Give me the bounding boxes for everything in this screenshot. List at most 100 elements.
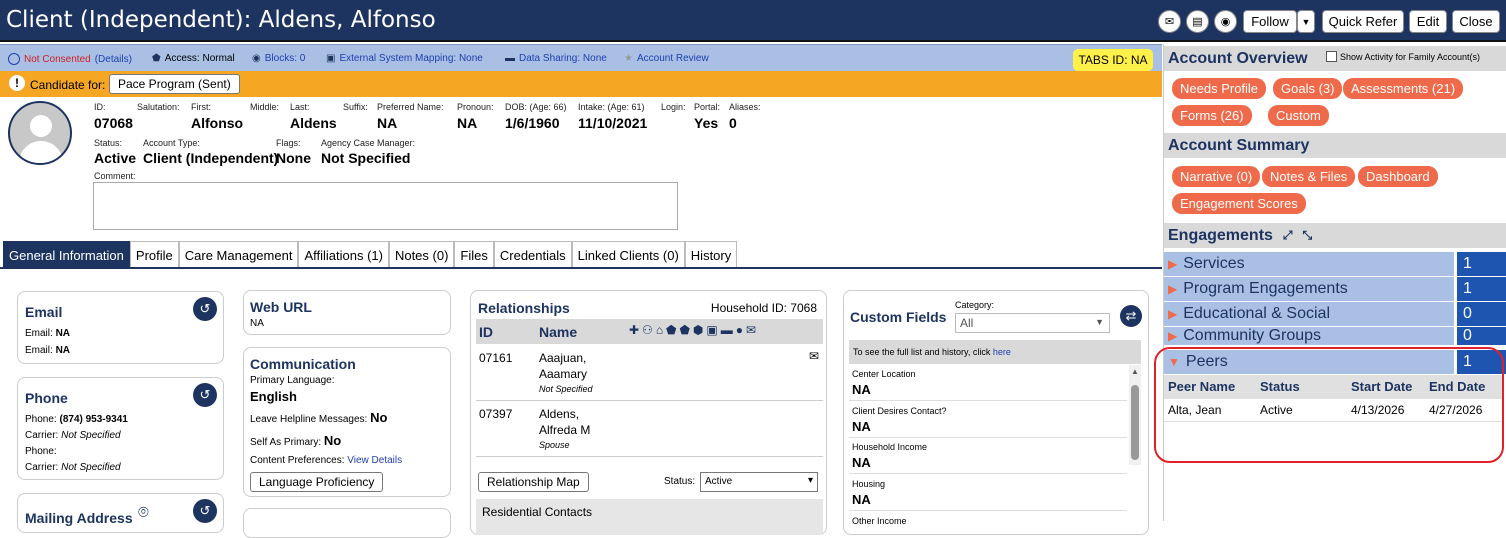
history-icon[interactable]: ↺ [193,383,217,407]
table-row[interactable]: 07397 Aldens, Alfreda M Spouse [476,402,823,457]
goals-button[interactable]: Goals (3) [1273,78,1343,99]
status-label: Status: [94,138,123,148]
engagement-row-programs[interactable]: ▶ Program Engagements 1 [1164,277,1506,301]
mailing-title: Mailing Address [25,510,133,526]
col-name: Name [539,324,578,340]
refresh-icon[interactable]: ⇄ [1120,305,1142,327]
expand-arrow-icon: ▶ [1168,307,1178,321]
needs-profile-button[interactable]: Needs Profile [1172,78,1267,99]
title-bar: Client (Independent): Aldens, Alfonso ✉ … [0,0,1506,42]
engagement-row-educational[interactable]: ▶ Educational & Social 0 [1164,302,1506,326]
here-link[interactable]: here [993,347,1011,357]
client-status: Active [94,150,137,166]
pronoun-label: Pronoun: [457,102,494,112]
view-details-link[interactable]: View Details [347,455,402,466]
engagements-header: Engagements ⤢ ⤡ [1164,223,1506,248]
list-item: Housing NA [849,475,1127,511]
dob-label: DOB: (Age: 66) [505,102,567,112]
category-label: Category: [955,300,995,310]
tab-notes[interactable]: Notes (0) [388,241,455,268]
expand-icon[interactable]: ⤢ [1283,223,1293,248]
consent-status[interactable]: Not Consented (Details) [8,53,132,65]
status-select[interactable]: Active ▾ [700,472,818,492]
shield-icon: ⬟ [152,53,161,64]
language-value: English [250,389,297,404]
folder-icon: ▬ [505,53,515,64]
phone-line: Phone: (874) 953-9341 [25,414,128,425]
engagement-row-community[interactable]: ▶ Community Groups 0 [1164,327,1506,345]
dashboard-button[interactable]: Dashboard [1358,166,1438,187]
candidate-label: Candidate for: [30,78,106,92]
tab-profile[interactable]: Profile [129,241,179,268]
blocks-link[interactable]: ◉ Blocks: 0 [252,53,305,64]
intake-label: Intake: (Age: 61) [578,102,645,112]
history-icon[interactable]: ↺ [193,297,217,321]
envelope-icon[interactable]: ✉ [809,349,819,363]
not-consented-link[interactable]: Not Consented [24,54,91,65]
data-sharing-link[interactable]: ▬ Data Sharing: None [505,53,607,64]
engagement-scores-button[interactable]: Engagement Scores [1172,193,1306,214]
id-card-icon[interactable]: ▤ [1186,10,1209,33]
account-summary-title: Account Summary [1164,133,1506,158]
tabs-id-badge: TABS ID: NA [1073,49,1153,71]
carrier-line: Carrier: Not Specified [25,430,121,441]
tab-files[interactable]: Files [454,241,494,268]
status-info-bar: Not Consented (Details) ⬟ Access: Normal … [0,44,1162,71]
avatar [8,101,72,165]
custom-button[interactable]: Custom [1268,105,1329,126]
scrollbar[interactable]: ▲ [1129,365,1141,465]
web-url-title: Web URL [250,299,312,315]
close-button[interactable]: Close [1452,10,1500,33]
tab-credentials[interactable]: Credentials [493,241,572,268]
tab-bar: General Information Profile Care Managem… [3,241,738,268]
flags-label: Flags: [276,138,301,148]
tab-general-information[interactable]: General Information [3,241,130,268]
access-status: ⬟ Access: Normal [152,53,235,64]
next-card [243,508,451,538]
category-select[interactable]: All ▼ [955,313,1110,333]
assessments-button[interactable]: Assessments (21) [1343,78,1464,99]
follow-button[interactable]: Follow [1243,10,1297,33]
login-label: Login: [661,102,686,112]
highlight-annotation [1154,347,1504,463]
tab-underline [0,267,1162,269]
tab-history[interactable]: History [684,241,738,268]
language-proficiency-button[interactable]: Language Proficiency [250,472,384,492]
custom-fields-card: Custom Fields Category: All ▼ ⇄ To see th… [843,290,1149,535]
notes-files-button[interactable]: Notes & Files [1262,166,1356,187]
external-mapping-link[interactable]: ▣ External System Mapping: None [326,53,483,64]
quick-refer-button[interactable]: Quick Refer [1322,10,1404,33]
edit-button[interactable]: Edit [1409,10,1447,33]
history-icon[interactable]: ↺ [193,499,217,523]
acm-label: Agency Case Manager: [321,138,416,148]
star-icon: ★ [624,53,633,64]
status-filter-label: Status: [664,476,696,487]
tab-affiliations[interactable]: Affiliations (1) [298,241,389,268]
acm-value: Not Specified [321,150,411,166]
tab-care-management[interactable]: Care Management [178,241,299,268]
candidate-program-button[interactable]: Pace Program (Sent) [109,74,240,94]
email-icon[interactable]: ✉ [1158,10,1181,33]
map-pin-icon[interactable]: ⌾ [138,502,149,523]
tab-linked-clients[interactable]: Linked Clients (0) [571,241,685,268]
middle-label: Middle: [250,102,280,112]
mailing-card: Mailing Address ⌾ ↺ [17,493,224,533]
scrollbar-thumb[interactable] [1131,385,1139,460]
relationship-filter-icons[interactable]: ✚⚇⌂⬟⬟⬢▣▬●✉ [629,323,759,337]
narrative-button[interactable]: Narrative (0) [1172,166,1261,187]
eye-icon: ◉ [252,53,261,64]
forms-button[interactable]: Forms (26) [1172,105,1252,126]
show-activity-checkbox[interactable]: Show Activity for Family Account(s) [1326,51,1480,62]
relationship-map-button[interactable]: Relationship Map [478,472,589,492]
details-link[interactable]: (Details) [95,54,132,65]
list-item: Household Income NA [849,438,1127,474]
first-label: First: [191,102,211,112]
engagement-row-services[interactable]: ▶ Services 1 [1164,252,1506,276]
table-row[interactable]: 07161 Aaajuan, Aaamary Not Specified ✉ [476,346,823,401]
email-line-2: Email: NA [25,345,71,356]
follow-dropdown-icon[interactable]: ▼ [1297,10,1315,33]
account-review-link[interactable]: ★ Account Review [624,53,709,64]
collapse-icon[interactable]: ⤡ [1303,223,1313,248]
camera-icon[interactable]: ◉ [1214,10,1237,33]
comment-field[interactable] [93,182,678,230]
